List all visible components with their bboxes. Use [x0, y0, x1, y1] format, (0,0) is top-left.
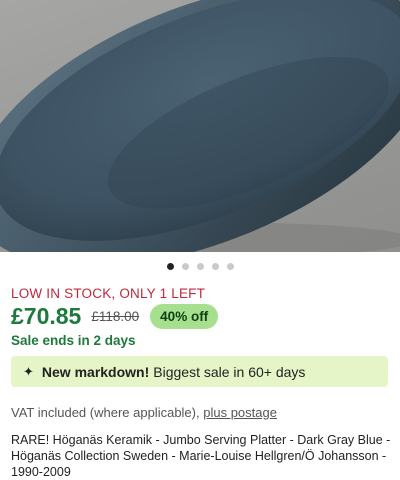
markdown-detail: Biggest sale in 60+ days: [153, 363, 306, 380]
original-price: £118.00: [91, 309, 140, 324]
markdown-headline: New markdown!: [41, 363, 150, 380]
vat-text: VAT included (where applicable),: [11, 405, 200, 420]
price-row: £70.85 £118.00 40% off: [11, 303, 219, 330]
stock-notice: LOW IN STOCK, ONLY 1 LEFT: [11, 286, 206, 301]
sale-ends-text: Sale ends in 2 days: [11, 333, 136, 348]
vat-notice: VAT included (where applicable), plus po…: [11, 405, 277, 420]
serving-platter-image: [0, 0, 400, 252]
carousel-dot-1[interactable]: [166, 263, 174, 270]
carousel-dot-2[interactable]: [181, 263, 189, 270]
product-photo[interactable]: [0, 0, 400, 252]
discount-badge: 40% off: [150, 304, 219, 329]
postage-link[interactable]: plus postage: [203, 405, 277, 420]
carousel-dot-3[interactable]: [196, 263, 204, 270]
carousel-dot-4[interactable]: [211, 263, 219, 270]
image-carousel-dots[interactable]: [0, 263, 400, 270]
markdown-banner: ✦ New markdown! Biggest sale in 60+ days: [11, 356, 388, 387]
sparkle-icon: ✦: [23, 363, 34, 379]
listing-title: RARE! Höganäs Keramik - Jumbo Serving Pl…: [11, 433, 391, 479]
carousel-dot-5[interactable]: [226, 263, 234, 270]
current-price: £70.85: [11, 303, 82, 329]
